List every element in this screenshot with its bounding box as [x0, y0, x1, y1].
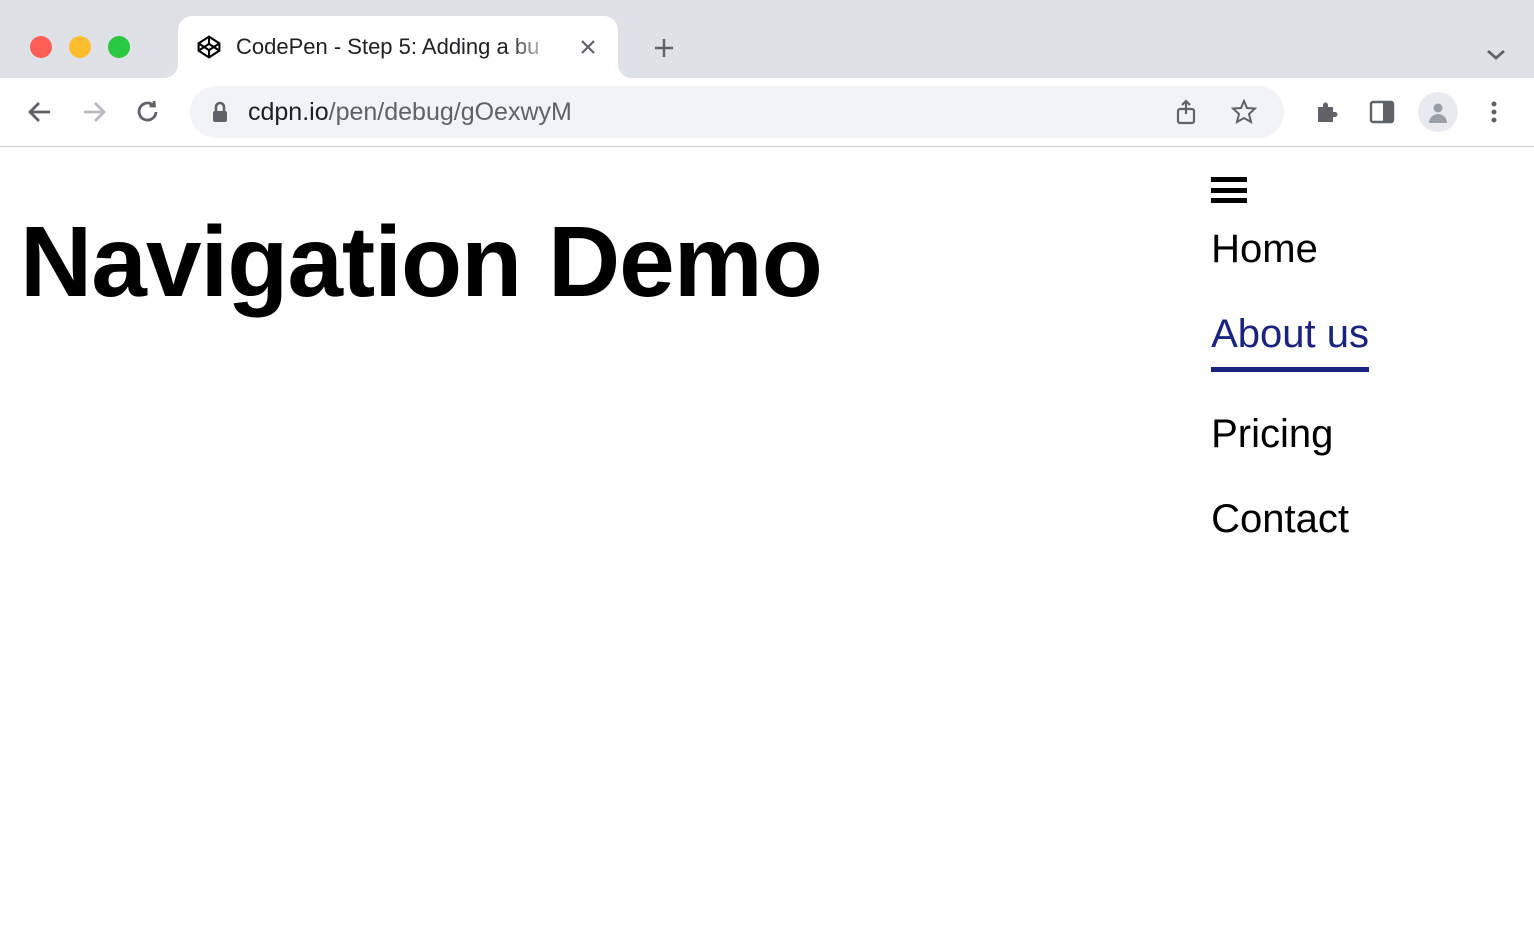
lock-icon [210, 101, 232, 123]
hamburger-bar-icon [1211, 198, 1247, 203]
forward-button[interactable] [74, 92, 114, 132]
nav-link-about[interactable]: About us [1211, 312, 1369, 372]
codepen-icon [196, 34, 222, 60]
nav-link-pricing[interactable]: Pricing [1211, 412, 1333, 457]
share-icon [1174, 99, 1198, 125]
share-button[interactable] [1166, 92, 1206, 132]
url-host: cdpn.io [248, 98, 329, 127]
chevron-down-icon [1485, 47, 1507, 61]
back-button[interactable] [20, 92, 60, 132]
tab-title: CodePen - Step 5: Adding a bu [236, 34, 556, 60]
profile-avatar[interactable] [1418, 92, 1458, 132]
browser-toolbar: cdpn.io/pen/debug/gOexwyM [0, 78, 1534, 146]
minimize-window-button[interactable] [69, 36, 91, 58]
nav-item-contact: Contact [1211, 497, 1369, 542]
omnibox-actions [1166, 92, 1264, 132]
arrow-left-icon [26, 98, 54, 126]
nav-list: Home About us Pricing Contact [1211, 227, 1369, 542]
arrow-right-icon [80, 98, 108, 126]
tabs-dropdown-button[interactable] [1478, 36, 1514, 72]
kebab-icon [1490, 100, 1498, 124]
chrome-menu-button[interactable] [1474, 92, 1514, 132]
browser-tab[interactable]: CodePen - Step 5: Adding a bu [178, 16, 618, 78]
puzzle-icon [1313, 99, 1339, 125]
nav-link-contact[interactable]: Contact [1211, 497, 1349, 542]
page-title: Navigation Demo [20, 207, 822, 317]
navigation: Home About us Pricing Contact [1211, 177, 1369, 542]
nav-link-home[interactable]: Home [1211, 227, 1318, 272]
nav-item-pricing: Pricing [1211, 412, 1369, 457]
bookmark-button[interactable] [1224, 92, 1264, 132]
url-text: cdpn.io/pen/debug/gOexwyM [248, 98, 1150, 127]
page-content: Navigation Demo Home About us Pricing Co… [0, 147, 1534, 951]
reload-icon [135, 99, 161, 125]
tab-close-button[interactable] [576, 35, 600, 59]
nav-item-about: About us [1211, 312, 1369, 372]
side-panel-button[interactable] [1362, 92, 1402, 132]
browser-chrome: CodePen - Step 5: Adding a bu [0, 0, 1534, 147]
hamburger-bar-icon [1211, 188, 1247, 193]
close-window-button[interactable] [30, 36, 52, 58]
new-tab-button[interactable] [640, 24, 688, 72]
address-bar[interactable]: cdpn.io/pen/debug/gOexwyM [190, 86, 1284, 138]
nav-item-home: Home [1211, 227, 1369, 272]
tab-bar: CodePen - Step 5: Adding a bu [0, 0, 1534, 78]
maximize-window-button[interactable] [108, 36, 130, 58]
toolbar-right [1306, 92, 1514, 132]
extensions-button[interactable] [1306, 92, 1346, 132]
plus-icon [653, 37, 675, 59]
close-icon [579, 38, 597, 56]
hamburger-menu-button[interactable] [1211, 177, 1247, 203]
person-icon [1425, 99, 1451, 125]
reload-button[interactable] [128, 92, 168, 132]
panel-icon [1369, 100, 1395, 124]
star-icon [1231, 99, 1257, 125]
url-path: /pen/debug/gOexwyM [329, 98, 572, 127]
hamburger-bar-icon [1211, 177, 1247, 182]
window-controls [30, 36, 130, 58]
